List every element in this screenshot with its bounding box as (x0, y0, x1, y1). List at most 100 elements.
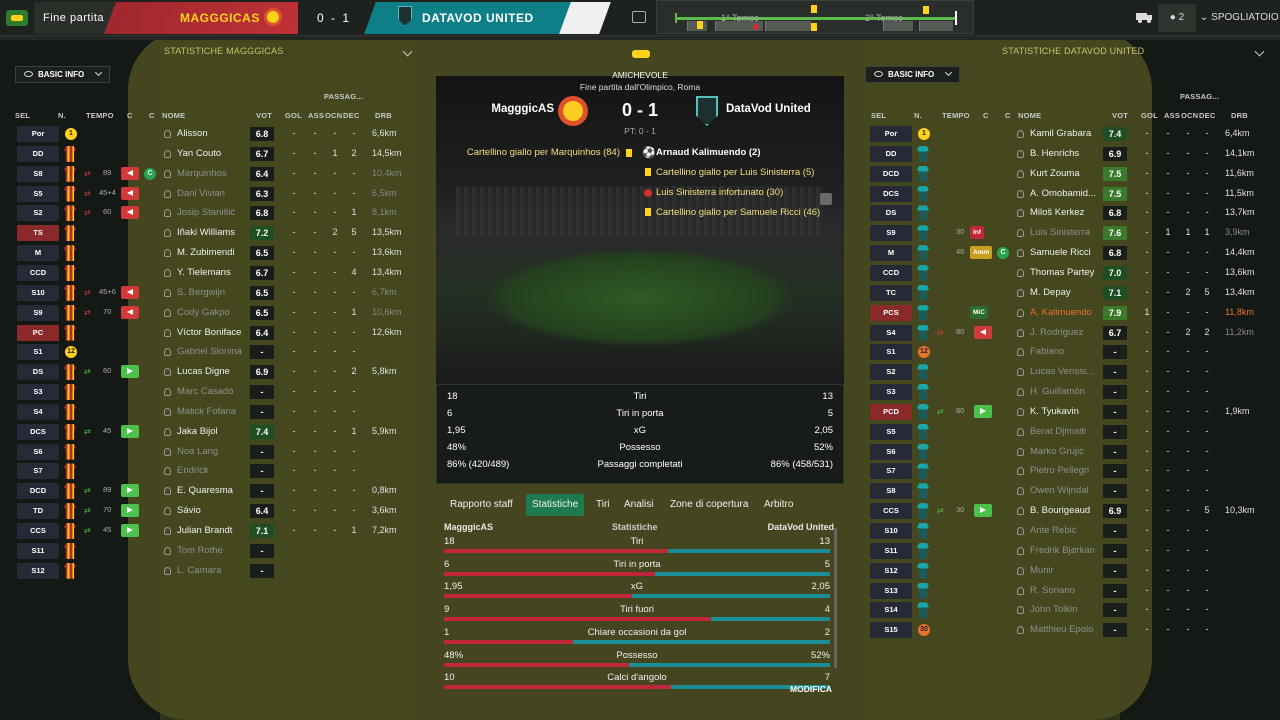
col-header-nome[interactable]: NOME (162, 111, 185, 120)
position-badge[interactable]: DS (17, 364, 59, 381)
position-badge[interactable]: Por (870, 126, 912, 142)
player-name[interactable]: B. Henrichs (1030, 148, 1079, 159)
position-badge[interactable]: S9 (17, 304, 59, 321)
player-row[interactable]: S8 ⇄ 89 C Marquinhos 6.4 - - - - 10,4km (17, 165, 417, 183)
player-name[interactable]: A. Kalimuendo (1030, 307, 1092, 318)
player-row[interactable]: S3 Marc Casadó - - - - - (17, 383, 417, 401)
position-badge[interactable]: DCS (17, 423, 59, 440)
player-profile-icon[interactable] (164, 447, 171, 456)
player-profile-icon[interactable] (164, 328, 171, 337)
position-badge[interactable]: S2 (17, 205, 59, 222)
player-profile-icon[interactable] (164, 368, 171, 377)
player-row[interactable]: S1 12 Gabriel Słonina - - - - - (17, 343, 417, 361)
position-badge[interactable]: CCS (17, 523, 59, 539)
center-home-team[interactable]: MagggicAS (470, 103, 554, 115)
player-profile-icon[interactable] (164, 189, 171, 198)
position-badge[interactable]: S11 (17, 542, 59, 559)
position-badge[interactable]: S6 (870, 443, 912, 460)
player-name[interactable]: Lucas Verissi... (1030, 366, 1094, 377)
position-badge[interactable]: S6 (17, 443, 59, 460)
player-name[interactable]: Kamil Grabara (1030, 128, 1091, 139)
player-row[interactable]: S10 Ante Rebić - - - - - (870, 522, 1270, 540)
col-header-c2[interactable]: C (1005, 111, 1011, 120)
sub-in-button[interactable] (974, 504, 992, 518)
player-row[interactable]: S2 Lucas Verissi... - - - - - (870, 363, 1270, 381)
sub-in-button[interactable] (121, 504, 139, 518)
player-row[interactable]: S5 Berat Djimsiti - - - - - (870, 423, 1270, 441)
player-row[interactable]: PCS MiC A. Kalimuendo 7.9 1 - - - 11,8km (870, 304, 1270, 322)
players-button[interactable]: ● 2 (1158, 4, 1196, 32)
player-row[interactable]: CCD Y. Tielemans 6.7 - - - 4 13,4km (17, 264, 417, 282)
position-badge[interactable]: S14 (870, 602, 912, 619)
player-row[interactable]: TC M. Depay 7.1 - - 2 5 13,4km (870, 284, 1270, 302)
player-row[interactable]: DD Yan Couto 6.7 - - 1 2 14,5km (17, 145, 417, 163)
sub-out-button[interactable] (121, 186, 139, 200)
player-profile-icon[interactable] (1017, 328, 1024, 337)
position-badge[interactable]: DCD (17, 483, 59, 500)
position-badge[interactable]: TS (17, 225, 59, 242)
position-badge[interactable]: S10 (17, 284, 59, 301)
col-header-ass[interactable]: ASS (308, 111, 324, 120)
player-profile-icon[interactable] (164, 288, 171, 297)
position-badge[interactable]: S5 (17, 185, 59, 202)
player-name[interactable]: Thomas Partey (1030, 267, 1094, 278)
player-row[interactable]: S7 Pietro Pellegri - - - - - (870, 462, 1270, 480)
player-name[interactable]: Fredrik Bjørkan (1030, 545, 1095, 556)
player-name[interactable]: Munir (1030, 565, 1054, 576)
player-profile-icon[interactable] (1017, 427, 1024, 436)
position-badge[interactable]: Por (17, 126, 59, 142)
player-row[interactable]: Por 1 Alisson 6.8 - - - - 6,6km (17, 125, 417, 143)
player-row[interactable]: S4 Malick Fofana - - - - - (17, 403, 417, 421)
player-profile-icon[interactable] (1017, 566, 1024, 575)
player-name[interactable]: Owen Wijndal (1030, 485, 1089, 496)
player-profile-icon[interactable] (164, 388, 171, 397)
player-name[interactable]: B. Bourigeaud (1030, 505, 1090, 516)
player-name[interactable]: S. Bergwijn (177, 287, 225, 298)
player-row[interactable]: S6 Noa Lang - - - - - (17, 443, 417, 461)
player-row[interactable]: DCS A. Omobamid... 7.5 - - - - 11,5km (870, 185, 1270, 203)
player-name[interactable]: Y. Tielemans (177, 267, 231, 278)
sub-out-button[interactable] (121, 305, 139, 319)
player-row[interactable]: DD B. Henrichs 6.9 - - - - 14,1km (870, 145, 1270, 163)
player-profile-icon[interactable] (164, 566, 171, 575)
col-header-ocn[interactable]: OCN (1181, 111, 1198, 120)
player-profile-icon[interactable] (1017, 149, 1024, 158)
player-name[interactable]: A. Omobamid... (1030, 188, 1096, 199)
player-name[interactable]: E. Quaresma (177, 485, 233, 496)
position-badge[interactable]: S1 (870, 344, 912, 361)
player-row[interactable]: S2 ⇄ 60 Josip Stanišić 6.8 - - - 1 8,1km (17, 204, 417, 222)
position-badge[interactable]: S12 (870, 562, 912, 579)
player-row[interactable]: S11 Fredrik Bjørkan - - - - - (870, 542, 1270, 560)
player-name[interactable]: Yan Couto (177, 148, 221, 159)
position-badge[interactable]: S10 (870, 523, 912, 539)
player-profile-icon[interactable] (164, 268, 171, 277)
player-name[interactable]: Sávio (177, 505, 201, 516)
tab-rapporto-staff[interactable]: Rapporto staff (444, 494, 519, 516)
position-badge[interactable]: S2 (870, 364, 912, 381)
col-header-vot[interactable]: VOT (256, 111, 272, 120)
player-name[interactable]: M. Depay (1030, 287, 1071, 298)
player-row[interactable]: DCD Kurt Zouma 7.5 - - - - 11,6km (870, 165, 1270, 183)
sub-out-button[interactable] (121, 206, 139, 220)
player-row[interactable]: CCD Thomas Partey 7.0 - - - - 13,6km (870, 264, 1270, 282)
player-row[interactable]: S14 John Tolkin - - - - - (870, 601, 1270, 619)
player-profile-icon[interactable] (1017, 546, 1024, 555)
player-profile-icon[interactable] (164, 169, 171, 178)
player-profile-icon[interactable] (164, 467, 171, 476)
player-profile-icon[interactable] (1017, 209, 1024, 218)
player-row[interactable]: S12 L. Camara - (17, 562, 417, 580)
player-profile-icon[interactable] (164, 209, 171, 218)
col-header-passaggi[interactable]: PASSAG... (324, 92, 363, 101)
position-badge[interactable]: S3 (17, 384, 59, 401)
player-profile-icon[interactable] (1017, 467, 1024, 476)
sub-in-button[interactable] (121, 365, 139, 379)
player-row[interactable]: S7 Endrick - - - - - (17, 462, 417, 480)
col-header-c2[interactable]: C (149, 111, 155, 120)
player-name[interactable]: Malick Fofana (177, 406, 236, 417)
player-profile-icon[interactable] (1017, 626, 1024, 635)
position-badge[interactable]: S4 (870, 324, 912, 341)
player-name[interactable]: K. Tyukavin (1030, 406, 1079, 417)
position-badge[interactable]: DD (17, 145, 59, 162)
game-logo-icon[interactable] (6, 10, 28, 26)
player-profile-icon[interactable] (1017, 169, 1024, 178)
